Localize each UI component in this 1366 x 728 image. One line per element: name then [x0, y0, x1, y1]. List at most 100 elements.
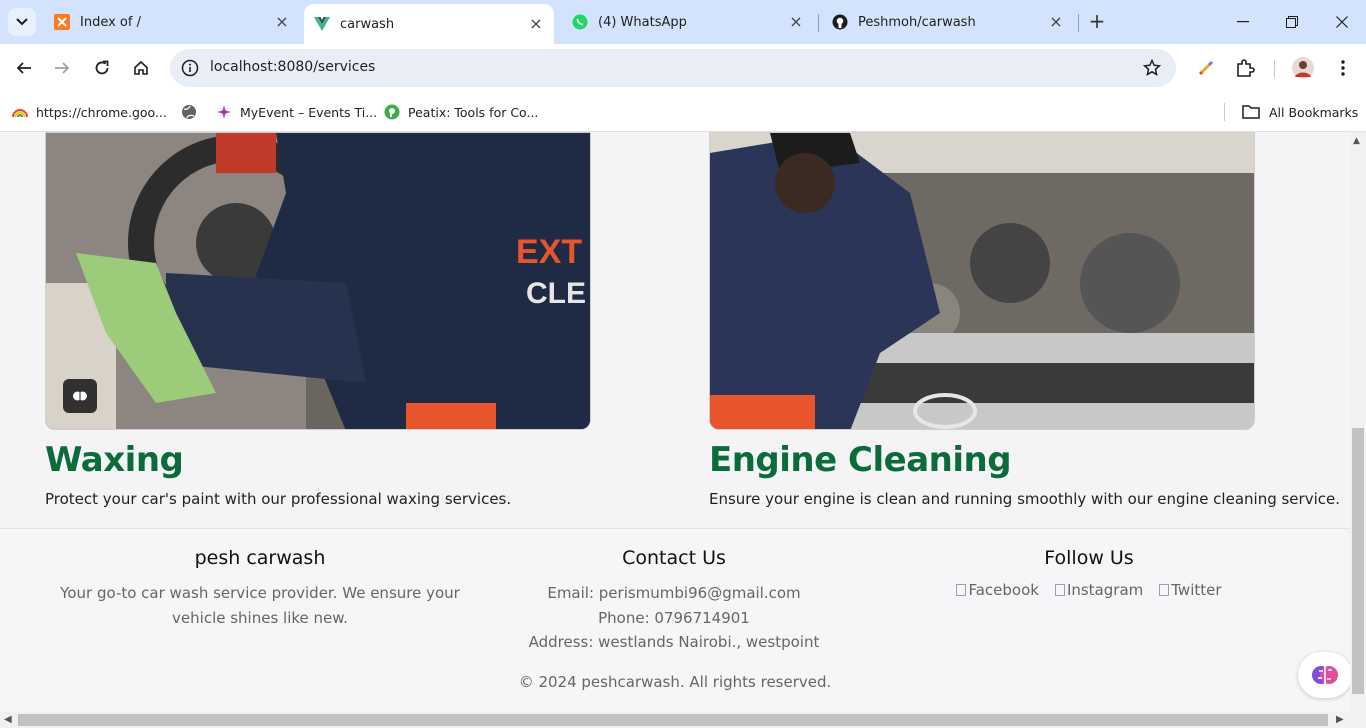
bookmark-star-icon[interactable]: [1142, 58, 1162, 78]
folder-icon: [1241, 104, 1261, 120]
home-icon: [134, 60, 148, 75]
home-button[interactable]: [127, 54, 155, 82]
xampp-icon: [54, 14, 70, 30]
tab-index[interactable]: Index of / ×: [44, 6, 300, 38]
pen-extension-icon[interactable]: [1194, 56, 1218, 80]
new-tab-button[interactable]: +: [1084, 9, 1110, 35]
peatix-icon: [384, 104, 400, 120]
tab-divider: [1078, 14, 1079, 32]
more-menu-icon[interactable]: [1331, 56, 1355, 80]
forward-button[interactable]: [48, 54, 76, 82]
restore-icon: [1286, 16, 1298, 28]
myevent-icon: [216, 104, 232, 120]
instagram-link[interactable]: Instagram: [1054, 581, 1144, 599]
tab-whatsapp[interactable]: (4) WhatsApp ×: [562, 6, 814, 38]
reload-button[interactable]: [88, 54, 116, 82]
arrow-left-icon: [16, 62, 31, 74]
scroll-left-arrow-icon[interactable]: ◀: [4, 714, 12, 725]
github-icon: [832, 14, 848, 30]
tab-title: Peshmoh/carwash: [858, 14, 976, 30]
ai-brain-icon[interactable]: [63, 379, 97, 413]
service-description: Ensure your engine is clean and running …: [709, 490, 1340, 508]
footer-brand-heading: pesh carwash: [194, 547, 326, 569]
footer-about-line: Your go-to car wash service provider. We…: [60, 584, 460, 602]
bookmark-peatix[interactable]: Peatix: Tools for Co...: [384, 101, 538, 123]
chevron-down-icon: [16, 18, 28, 26]
broken-image-icon: [1159, 584, 1170, 596]
tab-search-button[interactable]: [8, 8, 36, 36]
tab-github[interactable]: Peshmoh/carwash ×: [822, 6, 1074, 38]
tab-title: (4) WhatsApp: [598, 14, 687, 30]
url-text[interactable]: localhost:8080/services: [210, 59, 375, 75]
close-icon: [1336, 16, 1348, 28]
footer-about-text: Your go-to car wash service provider. We…: [60, 581, 460, 630]
profile-avatar[interactable]: [1291, 56, 1315, 80]
footer-contact-heading: Contact Us: [622, 547, 726, 569]
browser-toolbar: localhost:8080/services: [0, 44, 1366, 92]
vertical-scrollbar[interactable]: ▲: [1350, 132, 1366, 712]
assistant-brain-button[interactable]: [1298, 652, 1352, 698]
address-bar[interactable]: localhost:8080/services: [170, 49, 1176, 87]
bookmarks-bar: https://chrome.goo... MyEvent – Events T…: [0, 92, 1366, 132]
tab-title: Index of /: [80, 14, 141, 30]
bookmark-myevent[interactable]: MyEvent – Events Ti...: [216, 101, 377, 123]
instagram-alt-text: Instagram: [1066, 581, 1144, 599]
tab-carwash[interactable]: carwash ×: [304, 4, 554, 44]
broken-image-icon: [956, 584, 967, 596]
horizontal-scroll-thumb[interactable]: [18, 714, 1328, 726]
footer-follow: Follow Us Facebook Instagram Twitter: [889, 547, 1289, 599]
bookmark-chrome[interactable]: https://chrome.goo...: [12, 101, 167, 123]
service-title: Engine Cleaning: [709, 440, 1012, 480]
service-description: Protect your car's paint with our profes…: [45, 490, 512, 508]
all-bookmarks-button[interactable]: All Bookmarks: [1241, 101, 1358, 123]
close-window-button[interactable]: [1319, 8, 1365, 36]
contact-email: Email: perismumbi96@gmail.com: [547, 584, 801, 602]
footer-follow-heading: Follow Us: [1044, 547, 1134, 569]
close-icon[interactable]: ×: [274, 14, 290, 30]
footer-about: pesh carwash Your go-to car wash service…: [60, 547, 460, 630]
tab-strip: Index of / × carwash × (4) WhatsApp × Pe…: [0, 0, 1366, 44]
whatsapp-icon: [572, 14, 588, 30]
back-button[interactable]: [10, 54, 38, 82]
close-icon[interactable]: ×: [1048, 14, 1064, 30]
bookmarks-divider: [1224, 103, 1225, 121]
reload-icon: [95, 60, 109, 75]
brain-icon: [1312, 666, 1338, 684]
scroll-right-arrow-icon[interactable]: ▶: [1336, 714, 1344, 725]
contact-phone: Phone: 0796714901: [598, 608, 750, 627]
site-footer: pesh carwash Your go-to car wash service…: [0, 528, 1350, 712]
bookmark-globe[interactable]: [181, 101, 205, 123]
restore-button[interactable]: [1269, 8, 1315, 36]
site-info-icon[interactable]: [180, 58, 200, 78]
bookmark-label: Peatix: Tools for Co...: [408, 104, 539, 120]
close-icon[interactable]: ×: [528, 16, 544, 32]
engine-cleaning-image: [709, 132, 1255, 430]
facebook-link[interactable]: Facebook: [956, 581, 1039, 599]
broken-image-icon: [1054, 584, 1065, 596]
horizontal-scrollbar[interactable]: ◀ ▶: [0, 712, 1366, 728]
scroll-up-arrow-icon[interactable]: ▲: [1353, 136, 1360, 146]
twitter-alt-text: Twitter: [1171, 581, 1222, 599]
tab-divider: [818, 14, 819, 32]
twitter-link[interactable]: Twitter: [1159, 581, 1222, 599]
copyright-text: © 2024 peshcarwash. All rights reserved.: [518, 673, 832, 691]
minimize-icon: [1237, 21, 1249, 23]
page-viewport: EXT CLE Waxing Protect your car's paint …: [0, 132, 1350, 712]
toolbar-divider: [1274, 60, 1275, 78]
waxing-image: EXT CLE: [45, 132, 591, 430]
vue-icon: [314, 16, 330, 32]
arrow-right-icon: [55, 62, 70, 74]
footer-contact: Contact Us Email: perismumbi96@gmail.com…: [474, 547, 874, 655]
extensions-puzzle-icon[interactable]: [1233, 56, 1257, 80]
vertical-scroll-thumb[interactable]: [1352, 428, 1364, 694]
globe-icon: [181, 104, 197, 120]
svg-text:CLE: CLE: [526, 277, 586, 310]
rainbow-icon: [12, 104, 28, 120]
tab-title: carwash: [340, 16, 395, 32]
bookmark-label: https://chrome.goo...: [36, 104, 167, 120]
contact-address: Address: westlands Nairobi., westpoint: [528, 633, 820, 651]
social-links: Facebook Instagram Twitter: [889, 581, 1289, 599]
minimize-button[interactable]: [1220, 8, 1266, 36]
svg-text:EXT: EXT: [516, 233, 582, 271]
close-icon[interactable]: ×: [788, 14, 804, 30]
